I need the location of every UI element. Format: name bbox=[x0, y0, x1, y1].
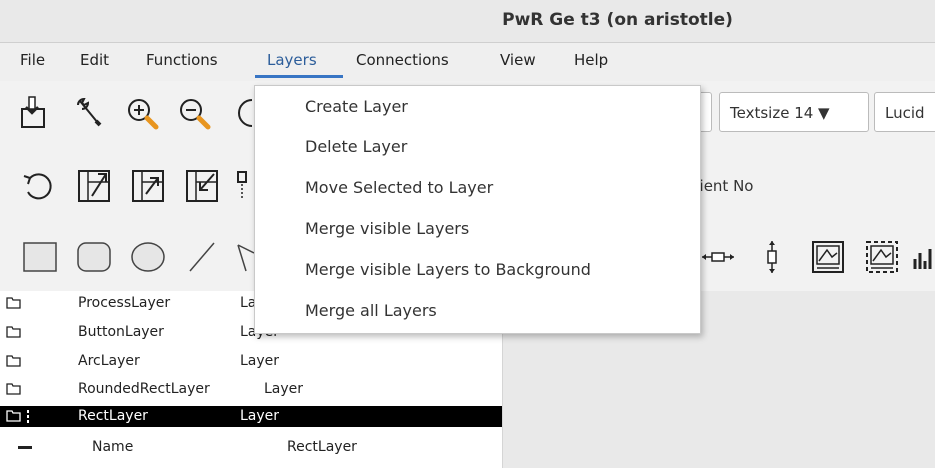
menu-view[interactable]: View bbox=[500, 51, 536, 69]
rectangle-tool-icon[interactable] bbox=[22, 239, 58, 275]
attribute-icon bbox=[18, 446, 32, 449]
menu-layers[interactable]: Layers bbox=[267, 51, 317, 69]
polyline-tool-icon[interactable] bbox=[236, 239, 254, 275]
tree-row-selected[interactable]: RectLayer Layer bbox=[0, 406, 502, 427]
wrench-icon[interactable] bbox=[72, 95, 108, 131]
folder-icon bbox=[6, 355, 21, 367]
font-label: Lucid bbox=[885, 104, 925, 122]
zoom-in-icon[interactable] bbox=[124, 95, 160, 131]
distribute-icon[interactable] bbox=[236, 168, 254, 204]
folder-open-icon bbox=[6, 410, 21, 422]
tree-row[interactable]: ArcLayer Layer bbox=[0, 351, 502, 372]
menu-connections[interactable]: Connections bbox=[356, 51, 449, 69]
menu-edit[interactable]: Edit bbox=[80, 51, 109, 69]
bar-chart-icon[interactable] bbox=[912, 239, 935, 275]
layer-name: RoundedRectLayer bbox=[78, 381, 210, 397]
horizontal-connector-icon[interactable] bbox=[700, 239, 736, 275]
font-combo[interactable]: Lucid bbox=[874, 92, 935, 132]
layer-type: Layer bbox=[240, 408, 280, 424]
rounded-rectangle-tool-icon[interactable] bbox=[76, 239, 112, 275]
window-title: PwR Ge t3 (on aristotle) bbox=[502, 10, 733, 30]
menu-bar: File Edit Functions Layers Connections V… bbox=[0, 43, 935, 81]
layer-name: ButtonLayer bbox=[78, 324, 164, 340]
attribute-value: RectLayer bbox=[287, 439, 357, 455]
tree-row[interactable]: RoundedRectLayer Layer bbox=[0, 379, 502, 400]
layer-name: ArcLayer bbox=[78, 353, 140, 369]
layer-name: ProcessLayer bbox=[78, 295, 171, 311]
layers-menu-dropdown: Create Layer Delete Layer Move Selected … bbox=[254, 85, 701, 334]
image-frame-dashed-icon[interactable] bbox=[864, 239, 900, 275]
textsize-combo[interactable]: Textsize 14 ▼ bbox=[719, 92, 869, 132]
image-frame-icon[interactable] bbox=[810, 239, 846, 275]
vertical-connector-icon[interactable] bbox=[754, 239, 790, 275]
menu-item-move-selected-to-layer[interactable]: Move Selected to Layer bbox=[305, 178, 493, 197]
layer-type: Layer bbox=[264, 381, 304, 397]
gradient-combo[interactable]: dient No bbox=[680, 166, 935, 206]
menu-item-merge-all-layers[interactable]: Merge all Layers bbox=[305, 301, 437, 320]
folder-icon bbox=[6, 297, 21, 309]
zoom-out-icon[interactable] bbox=[176, 95, 212, 131]
zoom-reset-icon[interactable] bbox=[228, 95, 254, 131]
align-top-icon[interactable] bbox=[130, 168, 166, 204]
active-menu-indicator bbox=[255, 75, 343, 78]
menu-item-delete-layer[interactable]: Delete Layer bbox=[305, 137, 407, 156]
menu-help[interactable]: Help bbox=[574, 51, 608, 69]
menu-functions[interactable]: Functions bbox=[146, 51, 218, 69]
ellipse-tool-icon[interactable] bbox=[130, 239, 166, 275]
menu-item-merge-visible-layers[interactable]: Merge visible Layers bbox=[305, 219, 469, 238]
chevron-down-icon: ▼ bbox=[813, 104, 830, 122]
attribute-name: Name bbox=[92, 439, 134, 455]
align-center-icon[interactable] bbox=[184, 168, 220, 204]
attribute-row[interactable]: Name RectLayer bbox=[0, 437, 502, 458]
menu-item-create-layer[interactable]: Create Layer bbox=[305, 97, 408, 116]
textsize-label: Textsize 14 bbox=[730, 104, 814, 122]
line-tool-icon[interactable] bbox=[184, 239, 220, 275]
title-bar: PwR Ge t3 (on aristotle) bbox=[0, 0, 935, 43]
align-top-right-icon[interactable] bbox=[76, 168, 112, 204]
menu-file[interactable]: File bbox=[20, 51, 45, 69]
rotate-icon[interactable] bbox=[20, 168, 56, 204]
expanded-marker-icon bbox=[27, 410, 29, 423]
layer-name: RectLayer bbox=[78, 408, 148, 424]
menu-item-merge-visible-to-background[interactable]: Merge visible Layers to Background bbox=[305, 260, 591, 279]
import-icon[interactable] bbox=[18, 95, 54, 131]
layer-type: Layer bbox=[240, 353, 280, 369]
folder-icon bbox=[6, 383, 21, 395]
folder-icon bbox=[6, 326, 21, 338]
